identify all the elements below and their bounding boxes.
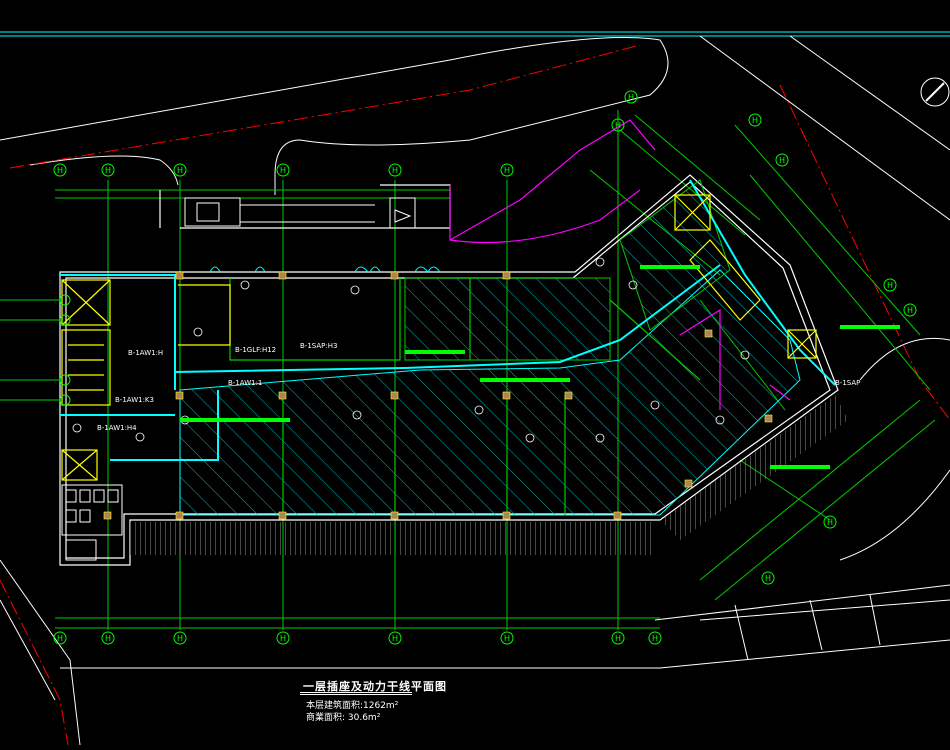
cable-label: B-1AW1:H bbox=[128, 349, 163, 357]
svg-text:H: H bbox=[504, 634, 510, 643]
axis-bubble: H bbox=[388, 631, 402, 645]
cable-label: B-1AW1:H4 bbox=[97, 424, 137, 432]
cable-label: B-1AW1:K3 bbox=[115, 396, 154, 404]
svg-text:H: H bbox=[779, 156, 785, 165]
axis-bubbles-bottom: H H H H H H H H bbox=[53, 631, 662, 645]
svg-text:H: H bbox=[280, 166, 286, 175]
svg-text:H: H bbox=[765, 574, 771, 583]
axis-bubble: H bbox=[761, 571, 775, 585]
title-underline bbox=[300, 692, 412, 695]
axis-bubble: H bbox=[53, 163, 67, 177]
svg-text:H: H bbox=[280, 634, 286, 643]
truck-icon bbox=[184, 197, 416, 229]
axis-bubbles-top: H H H H H H H bbox=[53, 118, 625, 177]
svg-text:H: H bbox=[827, 518, 833, 527]
entrance-doors bbox=[209, 266, 441, 273]
svg-text:H: H bbox=[615, 121, 621, 130]
svg-text:H: H bbox=[57, 166, 63, 175]
axis-bubble: H bbox=[388, 163, 402, 177]
axis-bubble: H bbox=[276, 631, 290, 645]
svg-text:H: H bbox=[907, 306, 913, 315]
axis-bubble: H bbox=[648, 631, 662, 645]
axis-bubble: H bbox=[276, 163, 290, 177]
axis-bubble: H bbox=[53, 631, 67, 645]
svg-text:H: H bbox=[615, 634, 621, 643]
svg-text:H: H bbox=[628, 93, 634, 102]
svg-text:H: H bbox=[752, 116, 758, 125]
cable-label: B-1AW1:1 bbox=[228, 379, 262, 387]
axis-bubble: H bbox=[500, 163, 514, 177]
axis-bubble: H bbox=[173, 163, 187, 177]
svg-text:H: H bbox=[504, 166, 510, 175]
axis-bubble: H bbox=[748, 113, 762, 127]
axis-bubble: H bbox=[903, 303, 917, 317]
floor-plan-drawing: B-1AW1:H B-1AW1:K3 B-1AW1:H4 B-1AW1:1 B-… bbox=[0, 31, 950, 746]
svg-text:H: H bbox=[105, 634, 111, 643]
axis-bubble: H bbox=[101, 631, 115, 645]
axis-bubble: H bbox=[101, 163, 115, 177]
frame-lines bbox=[0, 31, 950, 37]
axis-bubble: H bbox=[823, 515, 837, 529]
svg-text:H: H bbox=[105, 166, 111, 175]
svg-text:H: H bbox=[177, 166, 183, 175]
cable-label: B-1SAP:H3 bbox=[300, 342, 337, 350]
cable-label: B-1SAP bbox=[835, 379, 860, 387]
svg-text:H: H bbox=[887, 281, 893, 290]
cable-label: B-1GLF:H12 bbox=[235, 346, 276, 354]
svg-text:H: H bbox=[177, 634, 183, 643]
svg-text:H: H bbox=[652, 634, 658, 643]
north-arrow-icon bbox=[920, 77, 950, 107]
axis-bubble: H bbox=[611, 631, 625, 645]
svg-text:H: H bbox=[57, 634, 63, 643]
corridor-area-note: 商業面积: 30.6m² bbox=[306, 713, 381, 723]
svg-text:H: H bbox=[392, 166, 398, 175]
axis-bubble: H bbox=[775, 153, 789, 167]
svg-text:H: H bbox=[392, 634, 398, 643]
toilet-fixtures bbox=[61, 484, 123, 561]
axis-bubble: H bbox=[173, 631, 187, 645]
axis-bubble: H bbox=[500, 631, 514, 645]
axis-bubble: H bbox=[624, 90, 638, 104]
axis-bubble: H bbox=[883, 278, 897, 292]
